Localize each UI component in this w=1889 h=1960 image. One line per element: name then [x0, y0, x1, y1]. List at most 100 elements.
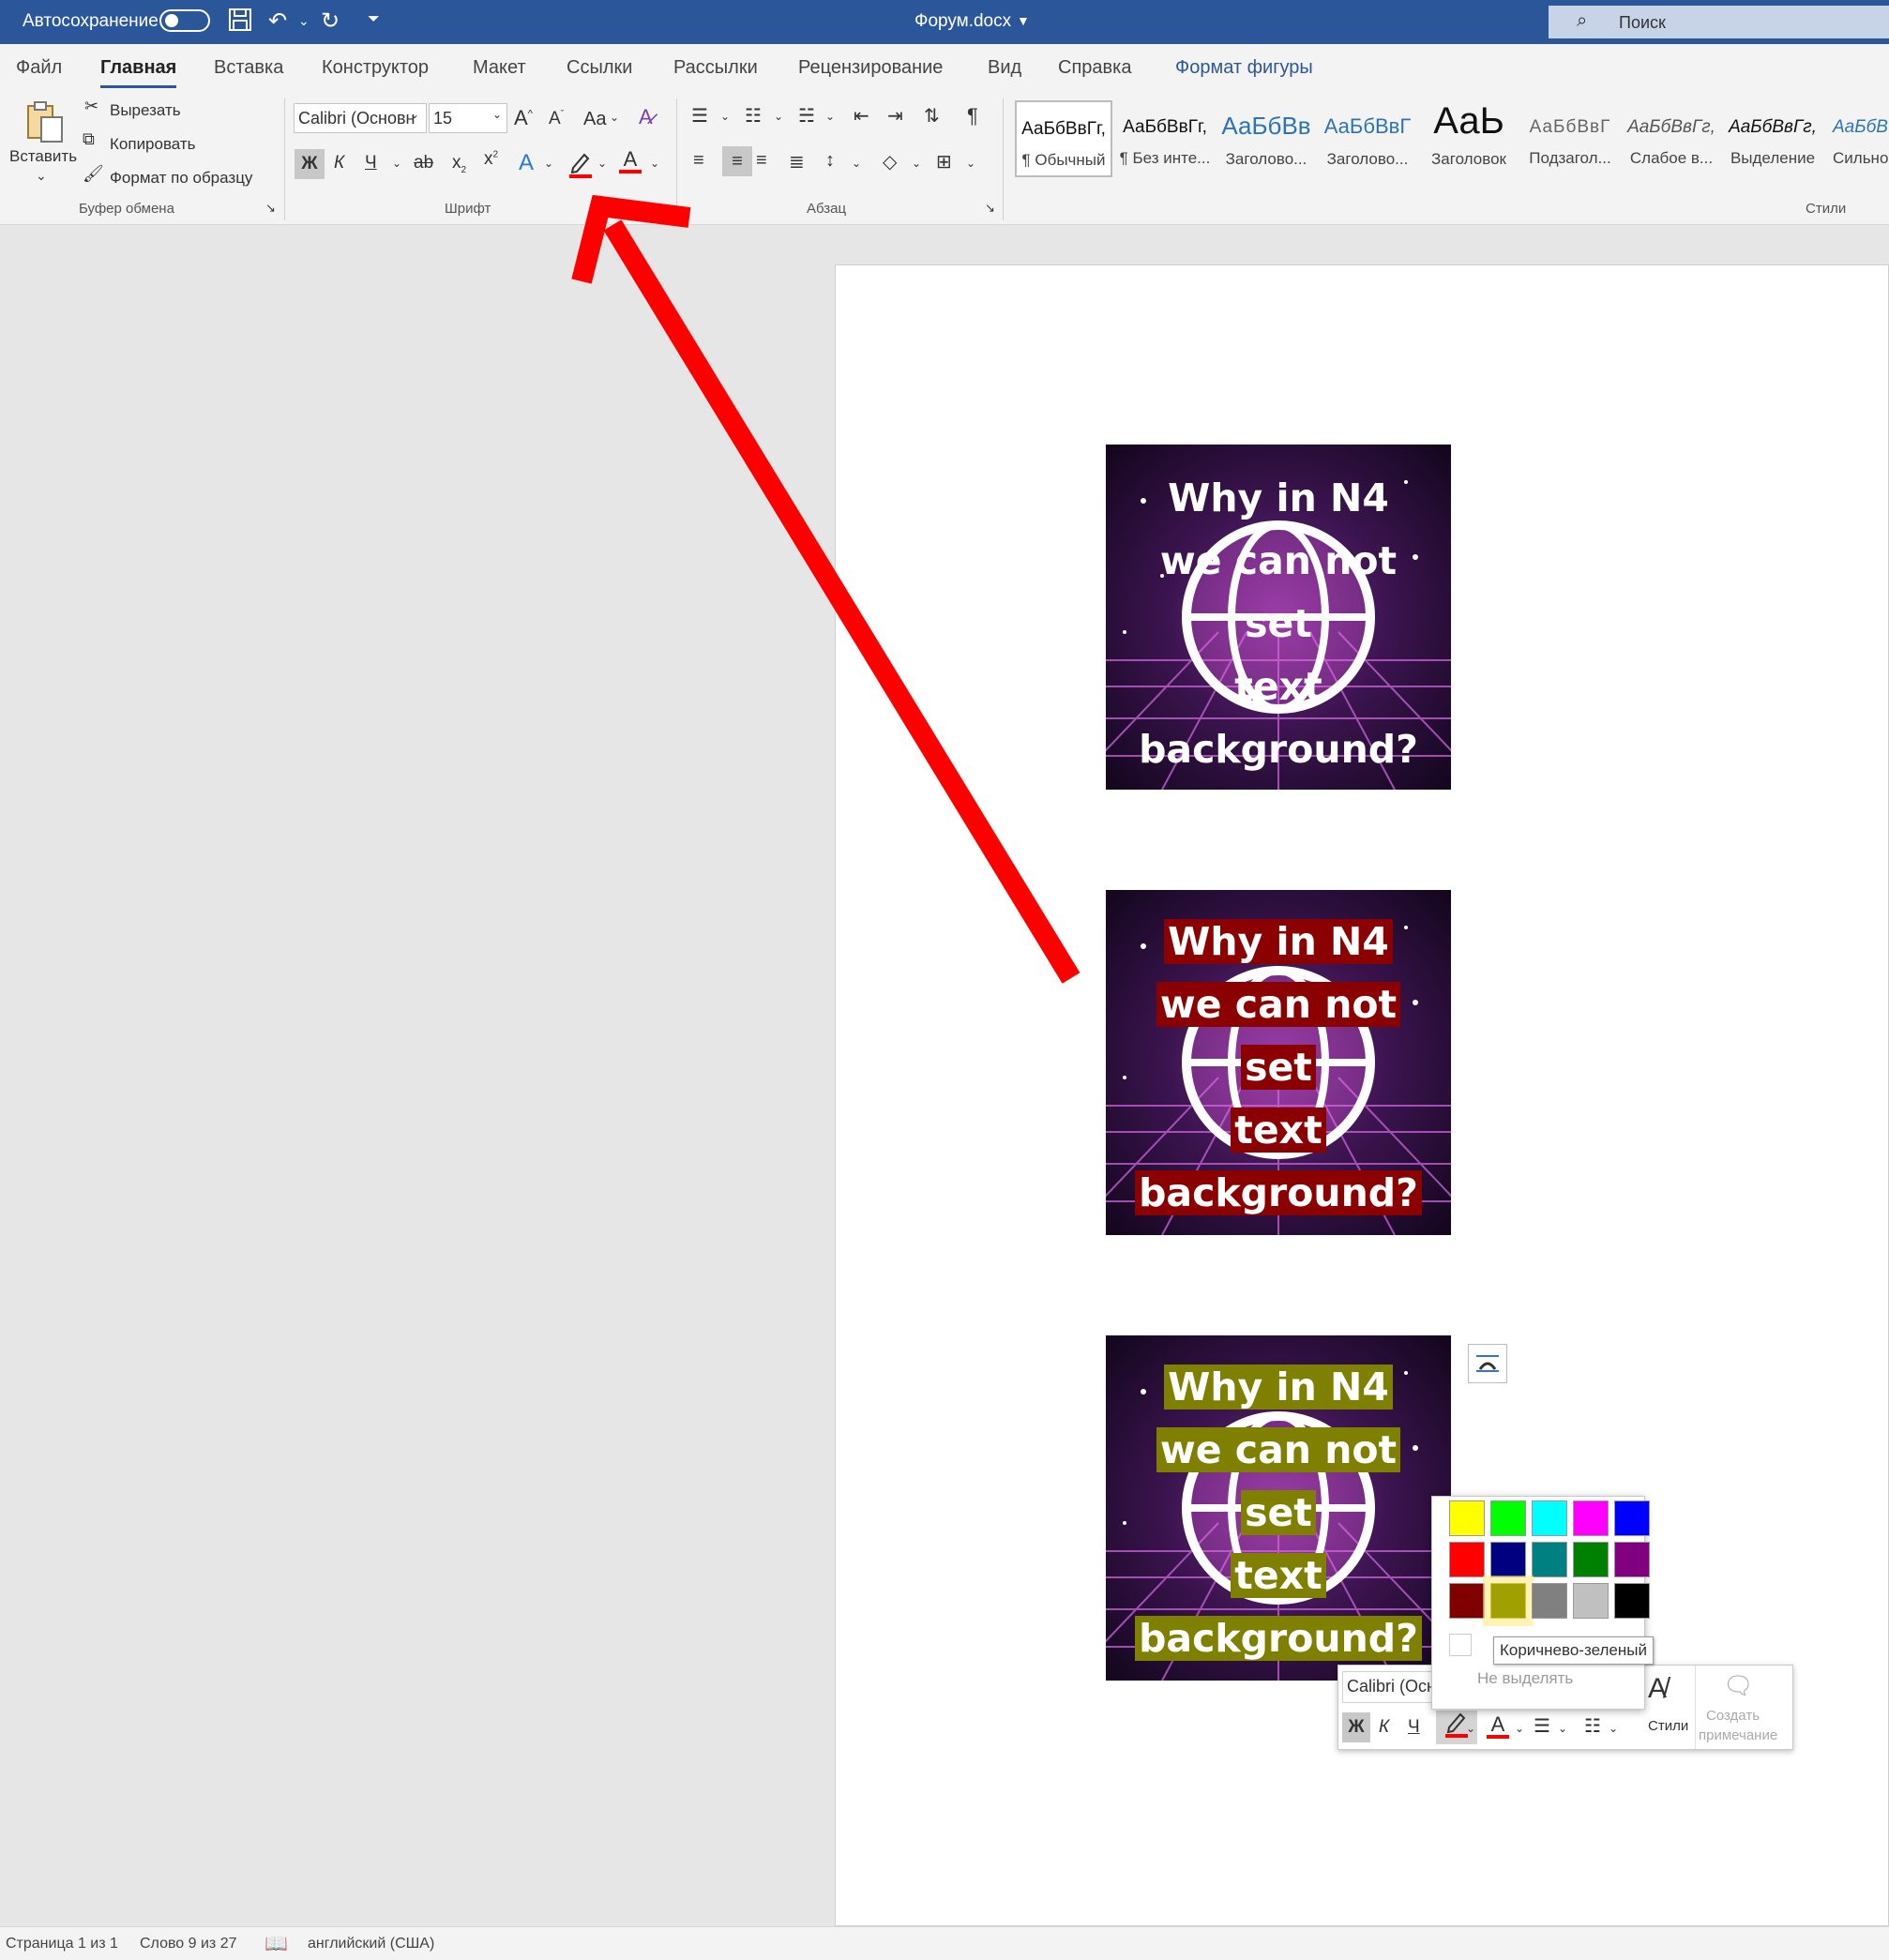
underline-button[interactable]: Ч [365, 153, 377, 173]
highlight-swatch[interactable] [1490, 1542, 1526, 1577]
style-title[interactable]: АаЬ Заголовок [1420, 100, 1518, 177]
subscript-button[interactable]: x2 [452, 153, 466, 175]
no-highlight-option[interactable]: Не выделять [1477, 1669, 1573, 1688]
no-color-swatch[interactable] [1449, 1634, 1472, 1656]
word-count-status[interactable]: Слово 9 из 27 [140, 1936, 237, 1952]
mini-numbering-dropdown-icon[interactable]: ⌄ [1609, 1722, 1618, 1735]
mini-bullets-icon[interactable]: ☰ [1534, 1714, 1550, 1738]
highlight-swatch[interactable] [1532, 1583, 1567, 1619]
paste-icon[interactable] [24, 98, 66, 149]
bold-button[interactable]: Ж [295, 149, 325, 179]
text-effects-icon[interactable]: A [519, 150, 534, 176]
style-no-spacing[interactable]: АаБбВвГг, ¶ Без инте... [1116, 100, 1214, 177]
tab-help[interactable]: Справка [1058, 57, 1131, 79]
align-center-icon[interactable]: ≡ [722, 146, 752, 176]
language-status[interactable]: английский (США) [308, 1936, 434, 1952]
strikethrough-button[interactable]: ab [414, 153, 433, 173]
mini-font-color-icon[interactable]: A [1487, 1712, 1509, 1739]
change-case-dropdown-icon[interactable]: ⌄ [610, 111, 619, 124]
shading-icon[interactable]: ◇ [883, 150, 897, 173]
cut-button[interactable]: Вырезать [110, 101, 181, 120]
title-dropdown-icon[interactable]: ▼ [1017, 13, 1030, 28]
change-case-button[interactable]: Aa [583, 109, 606, 130]
highlight-color-icon[interactable] [567, 149, 594, 185]
highlight-swatch[interactable] [1614, 1583, 1650, 1619]
redo-icon[interactable]: ↻ [321, 8, 340, 35]
new-comment-icon[interactable]: 🗨 [1723, 1671, 1754, 1700]
tab-view[interactable]: Вид [988, 57, 1021, 79]
document-image-1[interactable]: Why in N4 we can not set text background… [1106, 445, 1451, 790]
multilevel-dropdown-icon[interactable]: ⌄ [825, 110, 835, 123]
tab-references[interactable]: Ссылки [567, 57, 632, 79]
bullets-icon[interactable]: ☰ [691, 104, 708, 128]
highlight-swatch[interactable] [1449, 1500, 1485, 1536]
proofing-icon[interactable]: 📖 [264, 1932, 288, 1955]
mini-styles-icon[interactable]: A̸ [1648, 1673, 1667, 1705]
borders-dropdown-icon[interactable]: ⌄ [966, 157, 975, 170]
underline-dropdown-icon[interactable]: ⌄ [392, 157, 401, 170]
autosave-toggle[interactable] [159, 9, 210, 32]
style-heading-2[interactable]: АаБбВвГ Заголово... [1319, 100, 1416, 177]
highlight-dropdown-icon[interactable]: ⌄ [597, 157, 607, 170]
document-image-2[interactable]: Why in N4 we can not set text background… [1106, 890, 1451, 1235]
shading-dropdown-icon[interactable]: ⌄ [912, 157, 921, 170]
tab-shape-format[interactable]: Формат фигуры [1175, 57, 1313, 79]
justify-icon[interactable]: ≣ [789, 150, 805, 173]
line-spacing-dropdown-icon[interactable]: ⌄ [852, 157, 861, 170]
numbering-icon[interactable]: ☷ [745, 104, 762, 128]
increase-indent-icon[interactable]: ⇥ [887, 104, 903, 128]
paste-button[interactable]: Вставить [9, 147, 77, 166]
document-image-3[interactable]: Why in N4 we can not set text background… [1106, 1335, 1451, 1681]
shrink-font-icon[interactable]: Aˇ [549, 109, 564, 129]
tab-insert[interactable]: Вставка [214, 57, 283, 79]
highlight-swatch[interactable] [1614, 1500, 1650, 1536]
highlight-swatch[interactable] [1532, 1542, 1567, 1577]
tab-design[interactable]: Конструктор [322, 57, 429, 79]
style-subtitle[interactable]: АаБбВвГ Подзагол... [1521, 100, 1619, 177]
mini-styles-button[interactable]: Стили [1648, 1718, 1688, 1734]
align-right-icon[interactable]: ≡ [756, 150, 767, 172]
font-name-dropdown-icon[interactable]: ⌄ [410, 108, 419, 121]
mini-bold-button[interactable]: Ж [1342, 1712, 1370, 1742]
style-emphasis[interactable]: АаБбВвГг, Выделение [1724, 100, 1821, 177]
numbering-dropdown-icon[interactable]: ⌄ [774, 110, 783, 123]
mini-highlight-dropdown-icon[interactable]: ⌄ [1466, 1722, 1475, 1735]
font-color-dropdown-icon[interactable]: ⌄ [650, 157, 659, 170]
save-icon[interactable] [228, 8, 252, 38]
tab-mailings[interactable]: Рассылки [673, 57, 758, 79]
font-color-icon[interactable]: A [619, 147, 642, 173]
font-size-dropdown-icon[interactable]: ⌄ [492, 108, 502, 121]
new-comment-line2[interactable]: примечание [1699, 1727, 1777, 1743]
highlight-swatch[interactable] [1573, 1500, 1609, 1536]
align-left-icon[interactable]: ≡ [693, 150, 704, 172]
tab-review[interactable]: Рецензирование [798, 57, 943, 79]
clear-formatting-icon[interactable]: A̷ [639, 105, 653, 129]
line-spacing-icon[interactable]: ↕ [825, 150, 835, 172]
undo-dropdown-icon[interactable]: ⌄ [298, 13, 310, 29]
font-name-combo[interactable]: Calibri (Основн [294, 103, 427, 133]
search-box[interactable]: ⌕ Поиск [1549, 6, 1889, 38]
mini-bullets-dropdown-icon[interactable]: ⌄ [1558, 1722, 1567, 1735]
paste-dropdown-icon[interactable]: ⌄ [36, 168, 47, 184]
format-painter-button[interactable]: Формат по образцу [110, 169, 252, 188]
highlight-swatch[interactable] [1614, 1542, 1650, 1577]
decrease-indent-icon[interactable]: ⇤ [854, 104, 869, 128]
style-normal[interactable]: АаБбВвГг, ¶ Обычный [1015, 100, 1112, 177]
mini-underline-button[interactable]: Ч [1408, 1717, 1420, 1738]
mini-font-color-dropdown-icon[interactable]: ⌄ [1515, 1722, 1524, 1735]
italic-button[interactable]: К [334, 153, 344, 173]
borders-icon[interactable]: ⊞ [936, 150, 952, 173]
style-intense-emphasis[interactable]: АаБбВ Сильно [1825, 100, 1889, 177]
tab-home[interactable]: Главная [100, 57, 177, 88]
highlight-swatch[interactable] [1449, 1583, 1485, 1619]
highlight-swatch[interactable] [1532, 1500, 1567, 1536]
page-count-status[interactable]: Страница 1 из 1 [6, 1936, 118, 1952]
style-heading-1[interactable]: АаБбВв Заголово... [1217, 100, 1315, 177]
multilevel-list-icon[interactable]: ☵ [798, 104, 815, 128]
grow-font-icon[interactable]: A^ [514, 106, 533, 130]
paragraph-launcher-icon[interactable]: ↘ [985, 201, 995, 216]
show-formatting-icon[interactable]: ¶ [967, 104, 978, 128]
highlight-swatch[interactable] [1449, 1542, 1485, 1577]
mini-italic-button[interactable]: К [1379, 1717, 1389, 1738]
mini-font-combo[interactable]: Calibri (Осн [1342, 1671, 1445, 1703]
